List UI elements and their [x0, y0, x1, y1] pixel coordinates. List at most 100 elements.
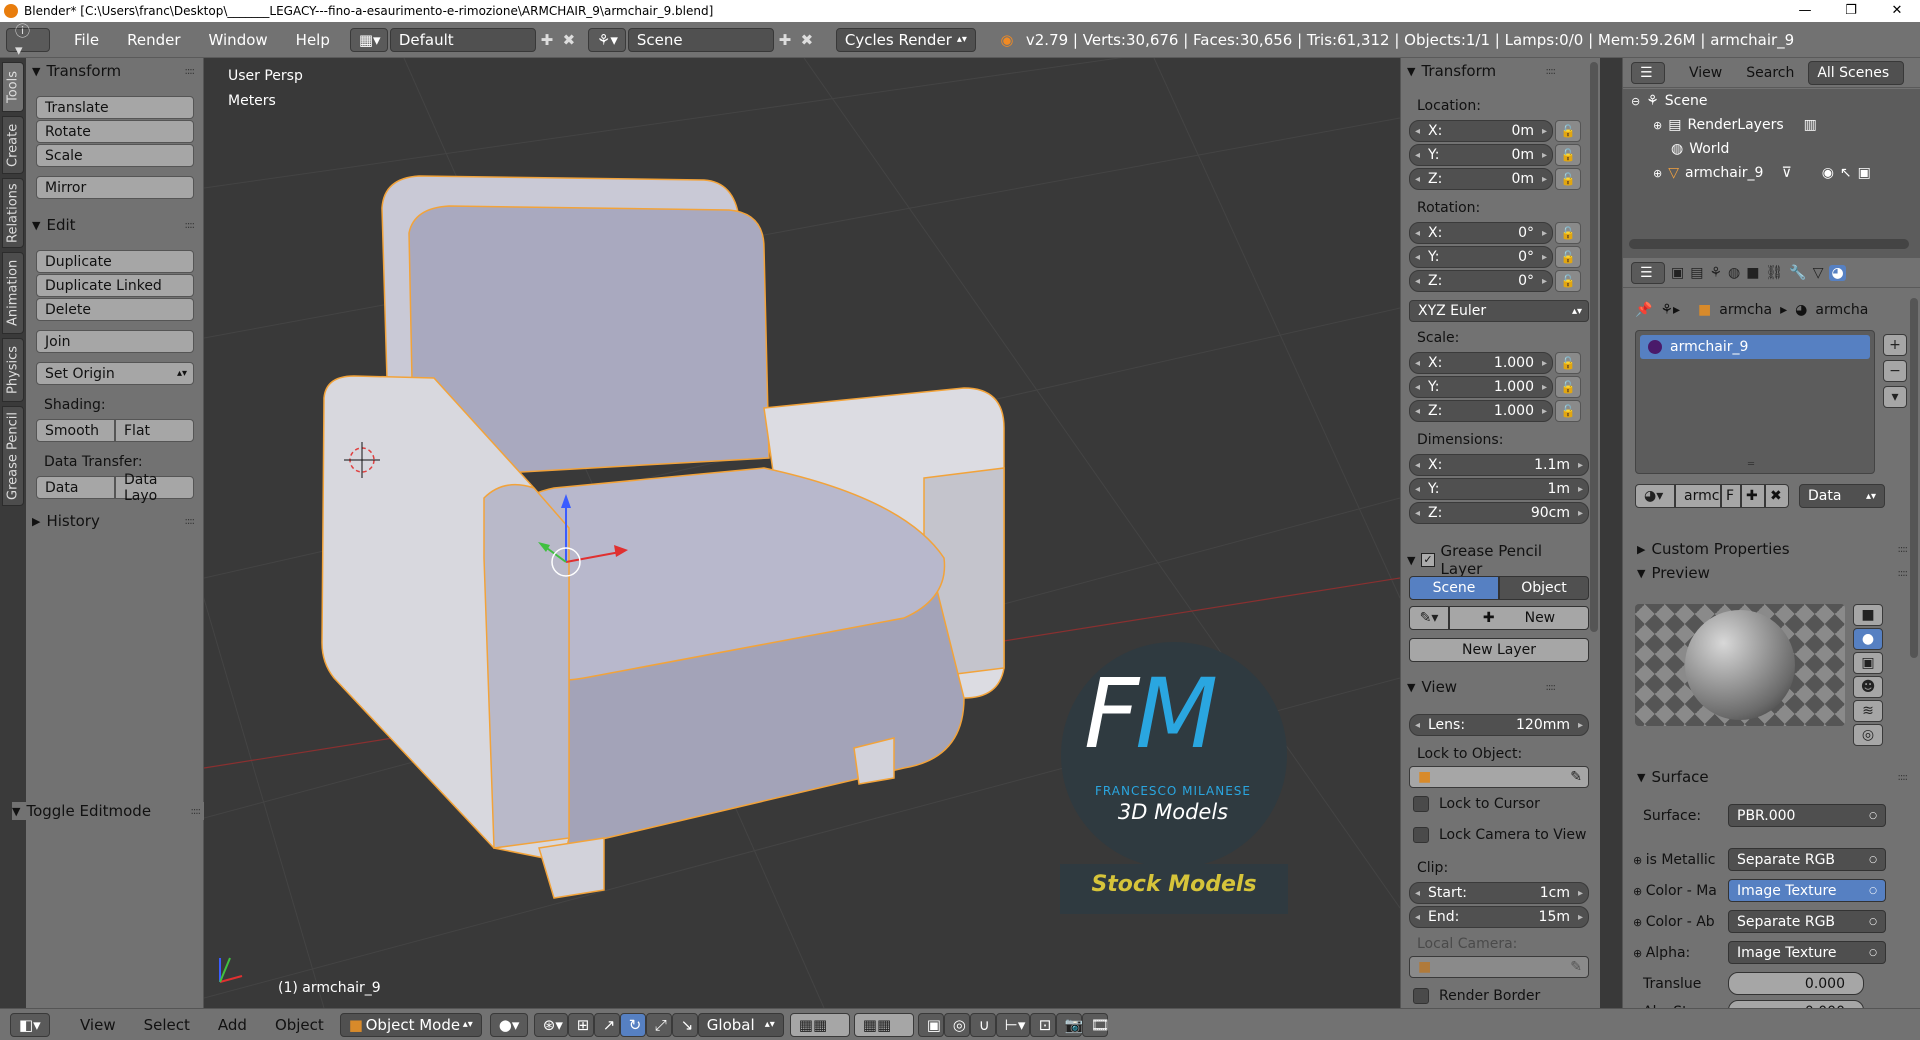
- local-camera-eyedropper-icon[interactable]: ✎: [1570, 959, 1582, 975]
- scene-tab-icon[interactable]: ⚘: [1709, 265, 1722, 281]
- outliner-display-mode[interactable]: All Scenes: [1808, 60, 1905, 85]
- set-origin-dropdown[interactable]: Set Origin ▴▾: [36, 362, 194, 385]
- data-button[interactable]: Data: [36, 476, 115, 499]
- rotate-manipulator-icon[interactable]: ↻: [619, 1012, 646, 1037]
- remove-layout-icon[interactable]: ✖: [558, 31, 580, 49]
- new-material-icon[interactable]: ✚: [1741, 484, 1765, 508]
- scale-z-field[interactable]: Z:1.000: [1409, 400, 1553, 422]
- view-panel-header[interactable]: ▼ View::::: [1407, 678, 1577, 696]
- gp-scene-button[interactable]: Scene: [1409, 576, 1499, 600]
- material-name-field[interactable]: armc: [1675, 484, 1721, 508]
- history-panel-header[interactable]: ▶ History::::: [32, 512, 202, 530]
- smooth-button[interactable]: Smooth: [36, 419, 115, 442]
- mirror-button[interactable]: Mirror: [36, 176, 194, 199]
- snap-target-icon[interactable]: ⊡: [1029, 1012, 1056, 1037]
- rotation-z-lock-icon[interactable]: 🔓: [1555, 270, 1581, 292]
- color-ab-expand-icon[interactable]: ⊕: [1633, 916, 1646, 929]
- render-tab-icon[interactable]: ▣: [1671, 265, 1684, 281]
- list-resize-handle[interactable]: ═: [1748, 459, 1754, 470]
- location-y-field[interactable]: Y:0m: [1409, 144, 1553, 166]
- scale-y-lock-icon[interactable]: 🔓: [1555, 376, 1581, 398]
- surface-shader-select[interactable]: PBR.000 ○: [1728, 804, 1886, 827]
- screen-layout-field[interactable]: Default: [389, 27, 536, 52]
- preview-monkey-icon[interactable]: ☻: [1853, 676, 1883, 698]
- scale-z-lock-icon[interactable]: 🔓: [1555, 400, 1581, 422]
- duplicate-button[interactable]: Duplicate: [36, 250, 194, 273]
- color-ab-input-select[interactable]: Separate RGB ○: [1728, 910, 1886, 933]
- scene-icon[interactable]: ⚘▾: [587, 27, 626, 52]
- alpha-expand-icon[interactable]: ⊕: [1633, 947, 1646, 960]
- rotation-x-field[interactable]: X:0°: [1409, 222, 1553, 244]
- scale-x-field[interactable]: X:1.000: [1409, 352, 1553, 374]
- menu-add[interactable]: Add: [204, 1016, 261, 1034]
- translucent-field[interactable]: 0.000: [1728, 972, 1864, 995]
- maximize-button[interactable]: ❐: [1828, 0, 1874, 22]
- outliner-search-menu[interactable]: Search: [1746, 65, 1794, 81]
- remove-slot-icon[interactable]: −: [1883, 360, 1907, 382]
- eyedropper-icon[interactable]: ✎: [1570, 769, 1582, 785]
- tab-tools[interactable]: Tools: [2, 62, 24, 112]
- clip-start-field[interactable]: Start:1cm: [1409, 882, 1589, 904]
- viewport-shading-icon[interactable]: ●▾: [489, 1012, 528, 1037]
- slot-specials-icon[interactable]: ▾: [1883, 386, 1907, 408]
- lock-to-cursor-checkbox[interactable]: Lock to Cursor: [1413, 796, 1540, 812]
- properties-editor-type-icon[interactable]: ☰: [1631, 261, 1665, 284]
- close-button[interactable]: ✕: [1874, 0, 1920, 22]
- flat-button[interactable]: Flat: [115, 419, 194, 442]
- n-transform-header[interactable]: ▼ Transform::::: [1407, 62, 1577, 80]
- location-z-field[interactable]: Z:0m: [1409, 168, 1553, 190]
- properties-scrollbar[interactable]: [1910, 298, 1918, 658]
- snap-toggle-icon[interactable]: ∪: [969, 1012, 996, 1037]
- n-panel-scrollbar[interactable]: [1590, 62, 1598, 632]
- minimize-button[interactable]: —: [1782, 0, 1828, 22]
- remove-scene-icon[interactable]: ✖: [796, 31, 818, 49]
- preview-cube-icon[interactable]: ▣: [1853, 652, 1883, 674]
- metallic-expand-icon[interactable]: ⊕: [1633, 854, 1646, 867]
- fake-user-toggle[interactable]: F: [1721, 484, 1741, 508]
- pin-icon[interactable]: 📌: [1635, 302, 1652, 318]
- proportional-edit-icon[interactable]: ◎: [943, 1012, 970, 1037]
- render-image-icon[interactable]: 📷: [1055, 1012, 1083, 1037]
- menu-view[interactable]: View: [66, 1016, 130, 1034]
- edit-panel-header[interactable]: ▼ Edit::::: [32, 216, 202, 234]
- armchair-mesh[interactable]: [321, 175, 1005, 899]
- layers-grid-2-icon[interactable]: ▦▦: [853, 1012, 914, 1037]
- outliner-item-world[interactable]: ◍ World: [1671, 141, 1729, 157]
- render-engine-select[interactable]: Cycles Render ▴▾: [835, 27, 976, 52]
- mode-select[interactable]: ■ Object Mode ▴▾: [339, 1012, 482, 1037]
- pivot-point-icon[interactable]: ⊛▾: [533, 1012, 568, 1037]
- clip-end-field[interactable]: End:15m: [1409, 906, 1589, 928]
- grease-pencil-checkbox[interactable]: ✓: [1421, 553, 1435, 567]
- render-camera-icon[interactable]: ▣: [1858, 165, 1871, 181]
- preview-world-icon[interactable]: ◎: [1853, 724, 1883, 746]
- lock-layers-icon[interactable]: ▣: [917, 1012, 944, 1037]
- outliner-editor-type-icon[interactable]: ☰: [1631, 61, 1665, 84]
- tab-relations[interactable]: Relations: [2, 178, 24, 248]
- grease-pencil-header[interactable]: ▼ ✓ Grease Pencil Layer: [1407, 542, 1577, 578]
- screen-layout-icon[interactable]: ▦▾: [349, 27, 388, 52]
- menu-render[interactable]: Render: [113, 31, 194, 49]
- gp-new-button[interactable]: ✚ New: [1449, 606, 1589, 630]
- menu-help[interactable]: Help: [282, 31, 344, 49]
- alpha-input-select[interactable]: Image Texture ○: [1728, 941, 1886, 964]
- dimension-z-field[interactable]: Z:90cm: [1409, 502, 1589, 524]
- preview-header[interactable]: ▼ Preview::::: [1637, 564, 1908, 582]
- world-tab-icon[interactable]: ◍: [1728, 265, 1740, 281]
- scale-manipulator-icon[interactable]: ⤢: [645, 1012, 672, 1037]
- rotation-z-field[interactable]: Z:0°: [1409, 270, 1553, 292]
- tab-animation[interactable]: Animation: [2, 252, 24, 334]
- location-z-lock-icon[interactable]: 🔓: [1555, 168, 1581, 190]
- color-ma-expand-icon[interactable]: ⊕: [1633, 885, 1646, 898]
- scale-y-field[interactable]: Y:1.000: [1409, 376, 1553, 398]
- outliner-hscrollbar[interactable]: [1629, 239, 1909, 249]
- tab-grease-pencil[interactable]: Grease Pencil: [2, 406, 24, 506]
- preview-hair-icon[interactable]: ≋: [1853, 700, 1883, 722]
- translate-manipulator-icon[interactable]: ↗: [593, 1012, 620, 1037]
- tab-create[interactable]: Create: [2, 116, 24, 174]
- scale-button[interactable]: Scale: [36, 144, 194, 167]
- render-border-checkbox[interactable]: Render Border: [1413, 988, 1540, 1004]
- render-animation-icon[interactable]: 🎞: [1081, 1012, 1110, 1037]
- 3d-viewport[interactable]: User Persp Meters (1) armchair_9 FM FRAN…: [204, 58, 1400, 1008]
- custom-properties-header[interactable]: ▶ Custom Properties::::: [1637, 540, 1908, 558]
- outliner-item-renderlayers[interactable]: ⊕ ▤ RenderLayers ▥: [1653, 117, 1817, 133]
